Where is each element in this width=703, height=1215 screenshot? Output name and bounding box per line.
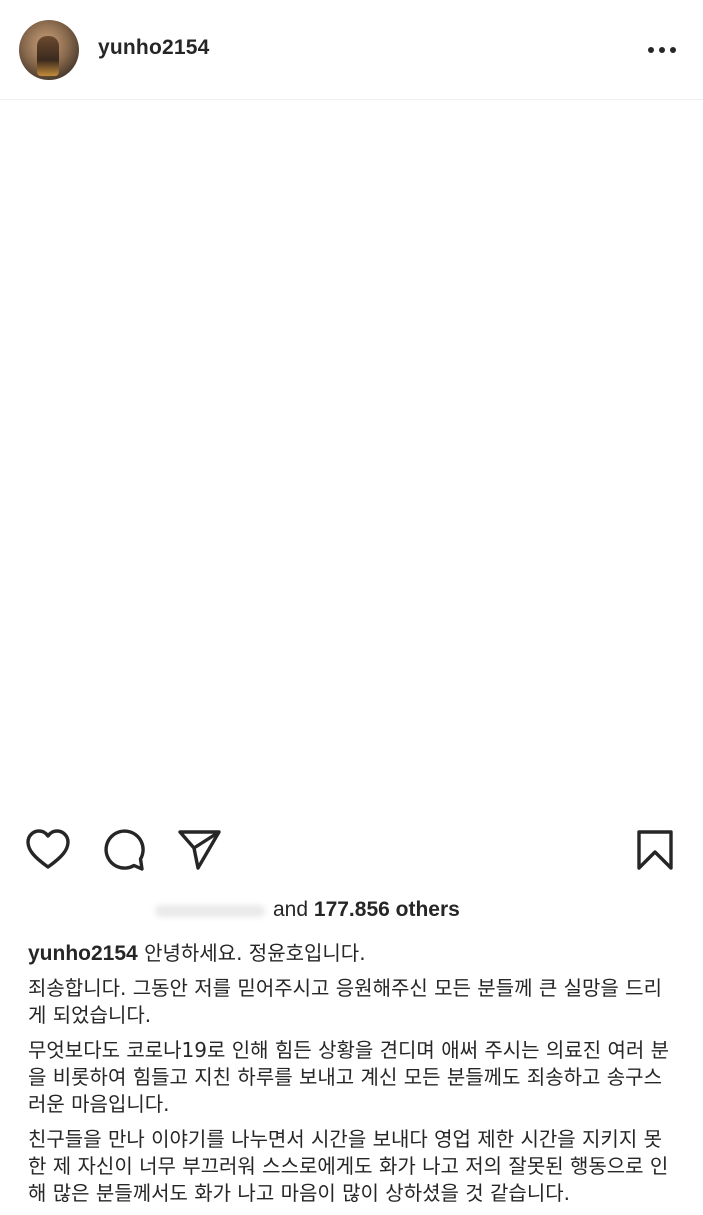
likes-number: 177.856 xyxy=(313,898,390,921)
more-options-icon[interactable] xyxy=(644,38,680,62)
likes-summary[interactable]: and 177.856 others xyxy=(0,896,703,928)
likes-suffix: others xyxy=(395,898,460,921)
caption-username[interactable]: yunho2154 xyxy=(28,942,138,965)
caption-paragraph: 친구들을 만나 이야기를 나누면서 시간을 보내다 영업 제한 시간을 지키지 … xyxy=(28,1127,669,1205)
paper-plane-icon[interactable] xyxy=(176,826,224,874)
caption-paragraph: 무엇보다도 코로나19로 인해 힘든 상황을 견디며 애써 주시는 의료진 여러… xyxy=(28,1038,670,1116)
bookmark-icon[interactable] xyxy=(632,826,680,874)
post-caption: yunho2154 안녕하세요. 정윤호입니다. 죄송합니다. 그동안 저를 믿… xyxy=(28,940,678,1215)
likes-connector: and xyxy=(273,898,309,921)
likes-count: and 177.856 others xyxy=(273,898,460,922)
action-bar xyxy=(0,826,703,876)
heart-icon[interactable] xyxy=(24,826,72,874)
blurred-liker-name xyxy=(155,905,265,917)
avatar[interactable] xyxy=(19,20,79,80)
post-username[interactable]: yunho2154 xyxy=(98,36,210,60)
caption-first-line: yunho2154 안녕하세요. 정윤호입니다. xyxy=(28,940,678,967)
comment-icon[interactable] xyxy=(100,826,148,874)
post-header: yunho2154 xyxy=(0,0,703,100)
caption-paragraph: 죄송합니다. 그동안 저를 믿어주시고 응원해주신 모든 분들께 큰 실망을 드… xyxy=(28,976,662,1027)
avatar-figure xyxy=(37,36,59,76)
post-image[interactable] xyxy=(0,101,703,811)
caption-greeting: 안녕하세요. 정윤호입니다. xyxy=(144,941,366,965)
